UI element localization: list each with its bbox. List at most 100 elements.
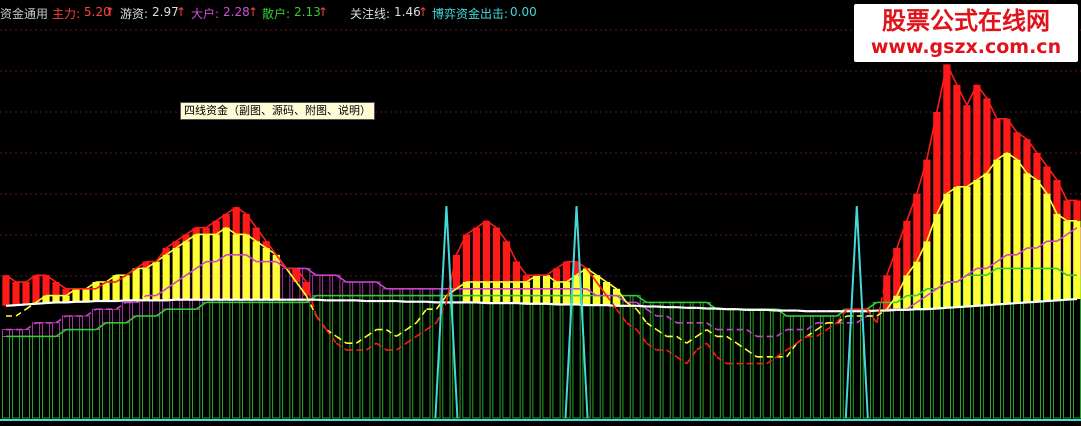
hot-money-line-segment <box>646 322 658 331</box>
retail-up-arrow-icon: ↑ <box>318 5 329 19</box>
hot-money-bar <box>492 282 501 304</box>
focus-up-arrow-icon: ↑ <box>418 5 429 19</box>
retail-bar <box>352 295 361 419</box>
focus-line-segment <box>15 303 27 307</box>
hot-label: 游资: <box>120 7 149 21</box>
main-force-line-segment <box>415 328 427 338</box>
retail-line-segment <box>636 294 648 304</box>
main-force-bar <box>22 282 30 305</box>
main-force-bar <box>492 227 501 282</box>
hot-money-line-segment <box>806 328 818 338</box>
retail-bar <box>32 335 41 419</box>
focus-line-segment <box>906 308 917 311</box>
retail-bar <box>552 295 561 419</box>
big-player-bar <box>1 329 11 337</box>
outflow-spike <box>434 205 459 419</box>
focus-line-segment <box>476 301 487 305</box>
big-player-bar <box>422 288 431 296</box>
hot-money-line-segment <box>686 335 698 344</box>
big-player-bar <box>62 315 71 331</box>
hot-money-bar <box>182 241 190 300</box>
big-player-bar <box>282 267 291 303</box>
hot-money-line-segment <box>335 335 347 344</box>
big-player-line-segment <box>25 322 37 331</box>
big-player-line-segment <box>806 322 818 331</box>
main-force-bar <box>562 261 571 282</box>
indicator-annotation: 四线资金（副图、源码、附图、说明） <box>180 102 375 120</box>
main-force-line-segment <box>796 335 808 344</box>
main-up-arrow-icon: ↑ <box>105 5 116 19</box>
big-player-bar <box>132 301 141 317</box>
big-player-line-segment <box>706 322 718 331</box>
big-player-bar <box>322 274 331 297</box>
hot-money-bar <box>232 234 240 300</box>
retail-line-segment <box>125 315 137 324</box>
hot-money-bar <box>212 234 220 300</box>
focus-line-segment <box>1026 300 1038 304</box>
retail-bar <box>892 301 901 419</box>
big-player-bar <box>72 315 81 331</box>
focus-line-segment <box>65 300 77 304</box>
hot-money-bar <box>522 282 531 304</box>
retail-bar <box>42 335 51 419</box>
main-force-bar <box>923 159 931 242</box>
main-force-bar <box>1013 132 1021 160</box>
retail-bar <box>702 301 711 419</box>
watermark-title: 股票公式在线网 <box>882 7 1050 35</box>
hot-money-line-segment <box>656 328 668 338</box>
main-force-bar <box>472 227 481 282</box>
main-force-bar <box>42 275 50 296</box>
hot-money-line-segment <box>726 335 738 344</box>
retail-bar <box>542 295 551 419</box>
hot-money-bar <box>242 234 250 300</box>
retail-line-segment <box>155 308 167 317</box>
focus-line-segment <box>766 308 777 312</box>
hot-money-line-segment <box>746 349 758 358</box>
main-force-bar <box>983 98 991 174</box>
hot-money-bar <box>222 227 230 300</box>
focus-line-segment <box>45 301 57 305</box>
hot-money-bar <box>172 248 180 300</box>
retail-bar <box>882 301 891 419</box>
big-player-bar <box>362 281 371 297</box>
big-value: 2.28 <box>223 5 250 19</box>
hot-money-bar <box>512 282 521 304</box>
retail-bar <box>232 301 241 419</box>
hot-money-bar <box>262 248 270 300</box>
retail-bar <box>622 295 631 419</box>
main-force-line-segment <box>405 335 417 344</box>
retail-bar <box>72 329 81 419</box>
retail-bar <box>782 315 791 419</box>
hot-money-bar <box>572 275 581 305</box>
retail-bar <box>532 295 541 419</box>
main-force-line-segment <box>365 342 377 351</box>
main-force-bar <box>452 254 461 289</box>
big-player-bar <box>392 288 401 296</box>
main-force-bar <box>973 84 981 180</box>
focus-line-segment <box>946 306 957 309</box>
retail-bar <box>572 295 581 419</box>
big-player-bar <box>412 288 421 296</box>
retail-bar <box>802 315 811 419</box>
main-force-line-segment <box>325 329 337 344</box>
hot-money-bar <box>112 275 120 302</box>
focus-line-segment <box>316 298 327 302</box>
main-force-bar <box>1073 200 1081 221</box>
retail-bar <box>482 295 491 419</box>
main-force-bar <box>953 84 961 187</box>
main-force-bar <box>1063 200 1071 221</box>
big-player-bar <box>82 315 91 331</box>
focus-value: 1.46 <box>394 5 421 19</box>
hot-money-bar <box>502 282 511 304</box>
hot-money-line-segment <box>385 328 397 338</box>
hot-up-arrow-icon: ↑ <box>176 5 187 19</box>
big-player-bar <box>92 308 101 331</box>
hot-money-line-segment <box>355 335 367 344</box>
retail-bar <box>652 301 661 419</box>
hot-money-bar <box>82 288 90 302</box>
main-force-line-segment <box>375 342 387 351</box>
retail-bar <box>1 335 11 419</box>
hot-money-line-segment <box>415 308 428 324</box>
big-player-bar <box>432 288 441 296</box>
hot-money-bar <box>562 282 571 305</box>
